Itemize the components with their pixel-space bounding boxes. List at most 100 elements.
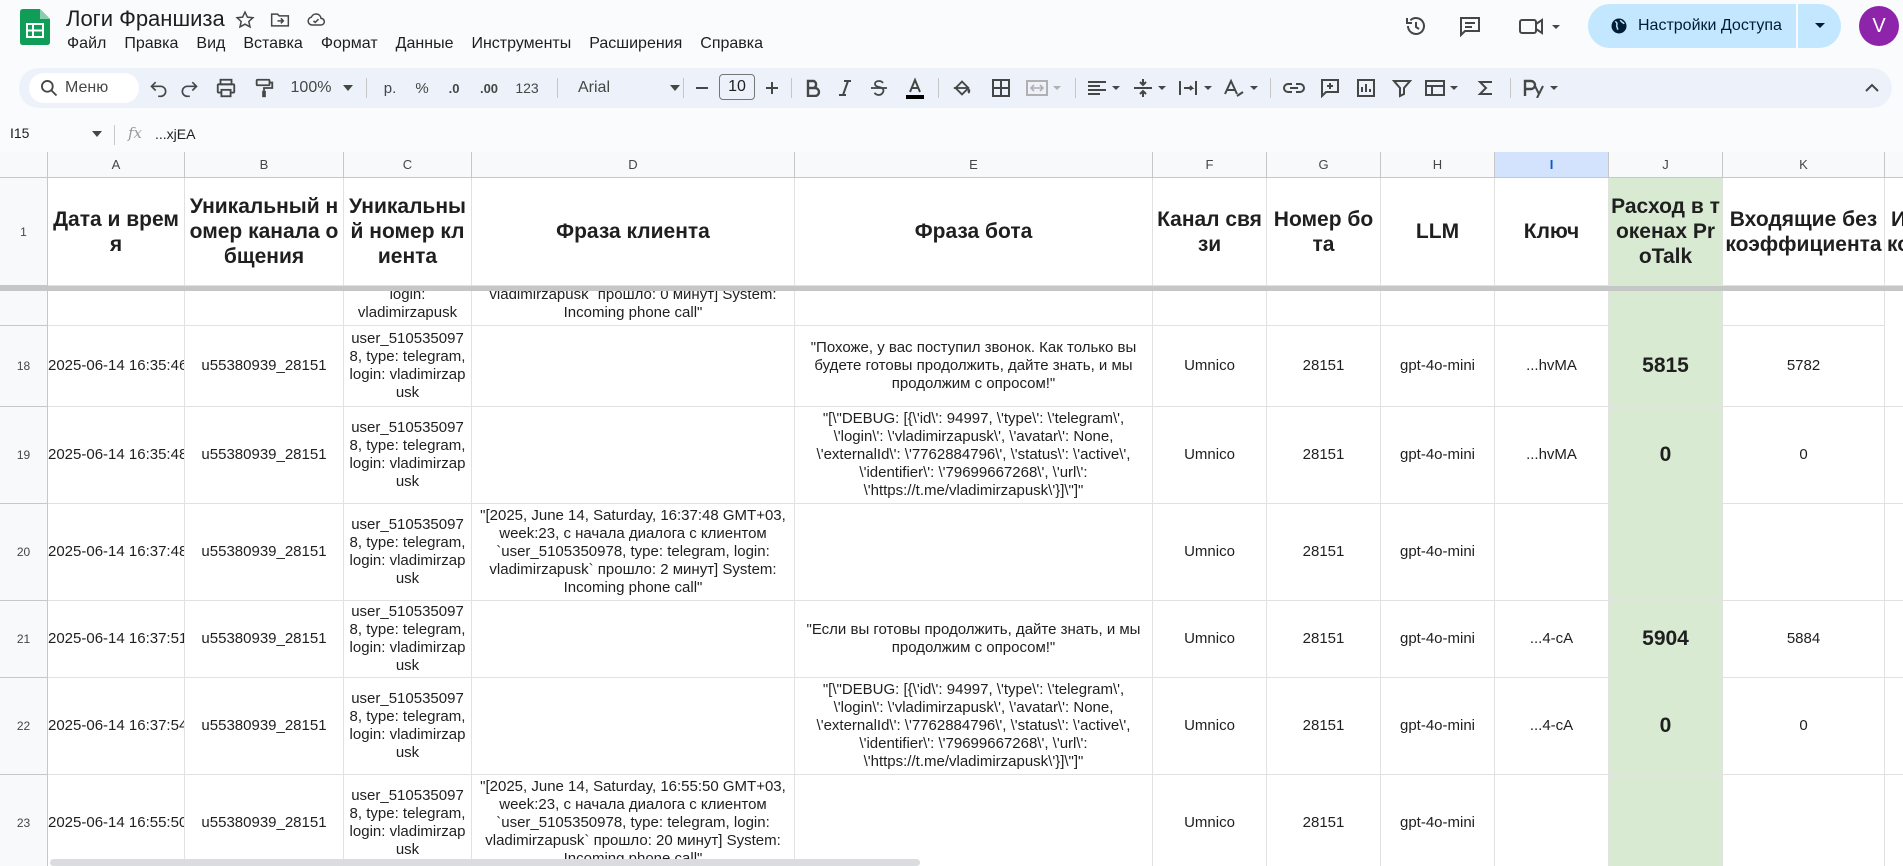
cell-channel-id[interactable]: u55380939_28151 (185, 407, 344, 504)
frozen-row-divider[interactable] (0, 286, 1903, 291)
column-header-i[interactable]: I (1495, 152, 1609, 178)
cell-key[interactable]: ...hvMA (1495, 407, 1609, 504)
filter-views-icon[interactable] (1421, 68, 1467, 108)
cell-client-id[interactable]: user_5105350978, type: telegram, login: … (344, 326, 472, 407)
column-header-b[interactable]: B (185, 152, 344, 178)
header-cell-date[interactable]: Дата и время (48, 178, 185, 286)
name-box-caret-icon[interactable] (92, 131, 102, 137)
menu-data[interactable]: Данные (387, 33, 463, 55)
horizontal-scrollbar[interactable] (50, 859, 920, 866)
partial-row-cell-incoming[interactable] (1723, 291, 1885, 326)
cell-link-channel[interactable]: Umnico (1153, 407, 1267, 504)
filter-icon[interactable] (1385, 68, 1419, 108)
cell-incoming[interactable]: 0 (1723, 407, 1885, 504)
partial-row-cell-date[interactable] (48, 291, 185, 326)
search-menus-input[interactable]: Меню (29, 73, 139, 103)
partial-row-cell-llm[interactable] (1381, 291, 1495, 326)
menu-file[interactable]: Файл (58, 33, 115, 55)
column-header-j[interactable]: J (1609, 152, 1723, 178)
column-header-e[interactable]: E (795, 152, 1153, 178)
partial-row-cell-client-phrase[interactable]: vladimirzapusk` прошло: 0 минут] System:… (472, 291, 795, 326)
cell-channel-id[interactable]: u55380939_28151 (185, 504, 344, 601)
partial-row-cell-channel-id[interactable] (185, 291, 344, 326)
row-header-1[interactable]: 1 (0, 178, 48, 286)
functions-icon[interactable] (1469, 68, 1503, 108)
select-all-corner[interactable] (0, 152, 48, 178)
spreadsheet-grid[interactable]: ABCDEFGHIJK 1 Дата и время Уникальный номе… (0, 152, 1903, 866)
cell-bot-number[interactable]: 28151 (1267, 504, 1381, 601)
cell-channel-id[interactable]: u55380939_28151 (185, 775, 344, 866)
cell-key[interactable] (1495, 775, 1609, 866)
cell-date[interactable]: 2025-06-14 16:37:51 (48, 601, 185, 678)
percent-format-button[interactable]: % (405, 68, 439, 108)
increase-font-size-icon[interactable] (759, 68, 785, 108)
header-cell-key[interactable]: Ключ (1495, 178, 1609, 286)
row-header-18[interactable]: 18 (0, 326, 48, 407)
column-header-c[interactable]: C (344, 152, 472, 178)
cell-incoming[interactable]: 5782 (1723, 326, 1885, 407)
row-header-22[interactable]: 22 (0, 678, 48, 775)
cell-bot-number[interactable]: 28151 (1267, 601, 1381, 678)
cell-incoming[interactable]: 5884 (1723, 601, 1885, 678)
cell-channel-id[interactable]: u55380939_28151 (185, 326, 344, 407)
cell-llm[interactable]: gpt-4o-mini (1381, 678, 1495, 775)
column-header-k[interactable]: K (1723, 152, 1885, 178)
header-cell-tokens[interactable]: Расход в токенах ProTalk (1609, 178, 1723, 286)
row-header-21[interactable]: 21 (0, 601, 48, 678)
row-header-20[interactable]: 20 (0, 504, 48, 601)
header-cell-bot-number[interactable]: Номер бота (1267, 178, 1381, 286)
cell-incoming[interactable]: 0 (1723, 678, 1885, 775)
cell-date[interactable]: 2025-06-14 16:35:46 (48, 326, 185, 407)
cell-bot-number[interactable]: 28151 (1267, 326, 1381, 407)
cell-tokens[interactable]: 0 (1609, 678, 1723, 775)
cell-tokens[interactable] (1609, 504, 1723, 601)
cell-date[interactable]: 2025-06-14 16:35:48 (48, 407, 185, 504)
cell-llm[interactable]: gpt-4o-mini (1381, 504, 1495, 601)
cell-tokens[interactable]: 5815 (1609, 326, 1723, 407)
zoom-select[interactable]: 100% (287, 68, 357, 108)
cell-bot-phrase[interactable] (795, 775, 1153, 866)
cell-link-channel[interactable]: Umnico (1153, 326, 1267, 407)
cell-incoming[interactable] (1723, 504, 1885, 601)
cell-client-phrase[interactable]: "[2025, June 14, Saturday, 16:37:48 GMT+… (472, 504, 795, 601)
partial-row-cell-bot-phrase[interactable] (795, 291, 1153, 326)
horizontal-align-icon[interactable] (1083, 68, 1127, 108)
decrease-decimal-button[interactable]: .0 (439, 68, 469, 108)
header-cell-client-phrase[interactable]: Фраза клиента (472, 178, 795, 286)
vertical-align-icon[interactable] (1129, 68, 1173, 108)
comments-icon[interactable] (1454, 10, 1486, 42)
cell-channel-id[interactable]: u55380939_28151 (185, 678, 344, 775)
cell-tokens[interactable]: 0 (1609, 407, 1723, 504)
cell-bot-number[interactable]: 28151 (1267, 407, 1381, 504)
document-title[interactable]: Логи Франшиза (66, 6, 225, 32)
cell-key[interactable] (1495, 504, 1609, 601)
cell-date[interactable]: 2025-06-14 16:55:50 (48, 775, 185, 866)
cell-llm[interactable]: gpt-4o-mini (1381, 326, 1495, 407)
cell-link-channel[interactable]: Umnico (1153, 775, 1267, 866)
header-cell-channel-id[interactable]: Уникальный номер канала общения (185, 178, 344, 286)
menu-tools[interactable]: Инструменты (462, 33, 580, 55)
fill-color-icon[interactable] (946, 68, 978, 108)
header-cell-client-id[interactable]: Уникальный номер клиента (344, 178, 472, 286)
cell-tokens[interactable]: 5904 (1609, 601, 1723, 678)
row-header-19[interactable]: 19 (0, 407, 48, 504)
cell-llm[interactable]: gpt-4o-mini (1381, 407, 1495, 504)
column-header-g[interactable]: G (1267, 152, 1381, 178)
column-header-f[interactable]: F (1153, 152, 1267, 178)
text-wrapping-icon[interactable] (1175, 68, 1219, 108)
insert-comment-icon[interactable] (1313, 68, 1347, 108)
insert-link-icon[interactable] (1277, 68, 1311, 108)
menu-insert[interactable]: Вставка (234, 33, 311, 55)
meet-call-icon[interactable] (1516, 10, 1564, 42)
row-header-partial[interactable] (0, 291, 48, 326)
text-color-icon[interactable] (899, 68, 931, 108)
cell-key[interactable]: ...4-cA (1495, 601, 1609, 678)
cell-client-phrase[interactable]: "[2025, June 14, Saturday, 16:55:50 GMT+… (472, 775, 795, 866)
collapse-menu-icon[interactable] (1857, 68, 1887, 108)
cell-extra[interactable] (1885, 601, 1903, 678)
cell-client-id[interactable]: user_5105350978, type: telegram, login: … (344, 407, 472, 504)
cell-channel-id[interactable]: u55380939_28151 (185, 601, 344, 678)
name-box[interactable]: I15 (10, 125, 29, 141)
cell-client-id[interactable]: user_5105350978, type: telegram, login: … (344, 678, 472, 775)
partial-row-cell-tokens[interactable] (1609, 291, 1723, 326)
